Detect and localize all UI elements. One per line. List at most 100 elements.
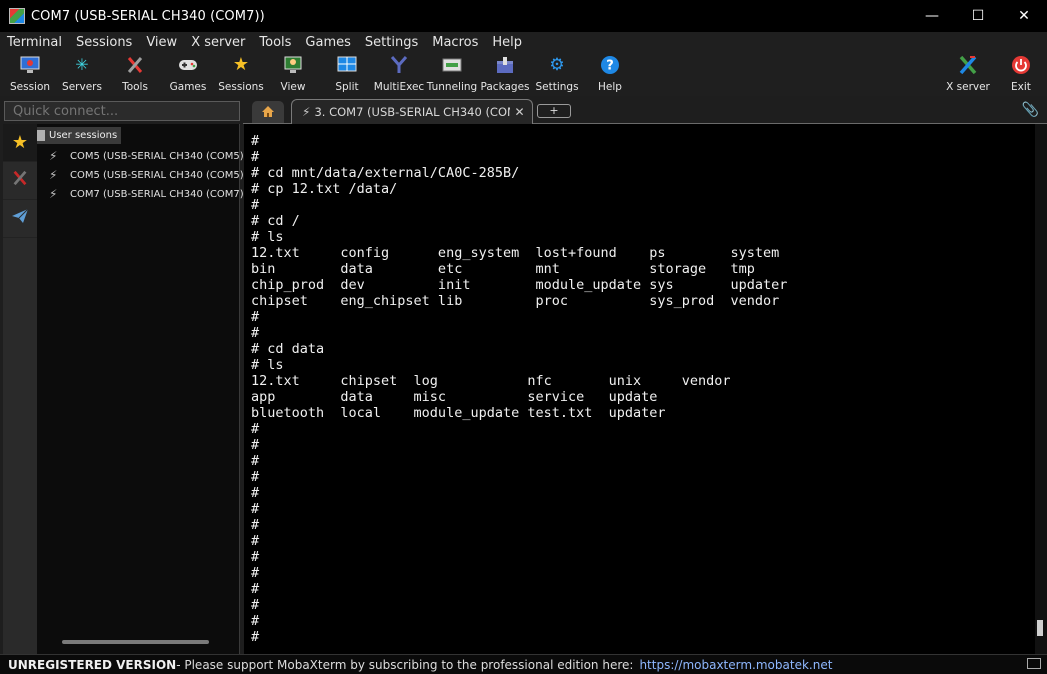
terminal-line: # ls (251, 229, 284, 245)
view-button[interactable]: View (276, 52, 310, 96)
title-bar: COM7 (USB-SERIAL CH340 (COM7)) — ☐ ✕ (0, 0, 1047, 32)
tools-icon (125, 55, 145, 75)
view-icon (283, 55, 303, 75)
menu-games[interactable]: Games (305, 35, 350, 50)
serial-plug-icon: ⚡ (49, 149, 58, 163)
serial-plug-icon: ⚡ (302, 105, 311, 119)
paper-plane-icon (11, 208, 29, 229)
home-tab[interactable] (252, 101, 284, 123)
terminal-line: # (251, 565, 260, 581)
tab-com7[interactable]: ⚡ 3. COM7 (USB-SERIAL CH340 (COM7)) ✕ (291, 99, 533, 124)
sidebar-tab-tools[interactable] (3, 162, 37, 200)
terminal-output[interactable]: # # # cd mnt/data/external/CA0C-285B/# cp … (244, 124, 1035, 654)
x-server-button[interactable]: X server (946, 52, 990, 96)
split-icon (337, 55, 357, 75)
menu-view[interactable]: View (146, 35, 177, 50)
multiexec-icon (389, 55, 409, 75)
terminal-line: # (251, 149, 260, 165)
settings-button[interactable]: ⚙ Settings (535, 52, 578, 96)
terminal-line: app data misc service update (251, 389, 658, 405)
terminal-line: # cd mnt/data/external/CA0C-285B/ (251, 165, 520, 181)
x-server-icon (958, 55, 978, 75)
app-icon (9, 8, 25, 24)
menu-bar: Terminal Sessions View X server Tools Ga… (0, 32, 1047, 52)
gear-icon: ⚙ (549, 55, 565, 75)
menu-terminal[interactable]: Terminal (7, 35, 62, 50)
terminal-line: # (251, 501, 260, 517)
home-icon (261, 103, 275, 122)
terminal-line: # cd / (251, 213, 300, 229)
terminal-line: # (251, 597, 260, 613)
help-icon: ? (600, 55, 620, 75)
tab-close-icon[interactable]: ✕ (514, 105, 524, 119)
tab-label: 3. COM7 (USB-SERIAL CH340 (COM7)) (314, 105, 510, 119)
terminal-line: # (251, 613, 260, 629)
session-button[interactable]: Session (9, 52, 51, 96)
terminal-line: # (251, 421, 260, 437)
user-sessions-folder[interactable]: User sessions (37, 127, 122, 144)
multiexec-button[interactable]: MultiExec (374, 52, 424, 96)
paperclip-icon[interactable]: 📎 (1022, 102, 1039, 118)
window-controls: — ☐ ✕ (909, 0, 1047, 32)
star-icon: ★ (232, 54, 250, 75)
sidebar-tab-macros[interactable] (3, 200, 37, 238)
session-item[interactable]: ⚡ COM7 (USB-SERIAL CH340 (COM7)) (49, 185, 248, 203)
horizontal-scrollbar[interactable] (62, 640, 209, 644)
menu-sessions[interactable]: Sessions (76, 35, 132, 50)
terminal-line: 12.txt config eng_system lost+found ps s… (251, 245, 780, 261)
sidebar-tab-sessions[interactable]: ★ (3, 124, 37, 162)
terminal-line: # cd data (251, 341, 325, 357)
terminal-line: # (251, 437, 260, 453)
games-button[interactable]: Games (169, 52, 207, 96)
menu-x-server[interactable]: X server (191, 35, 245, 50)
terminal-line: # (251, 549, 260, 565)
help-button[interactable]: ? Help (597, 52, 623, 96)
terminal-line: # (251, 325, 260, 341)
terminal-line: # (251, 629, 260, 645)
quick-connect-input[interactable] (4, 101, 240, 121)
terminal-line: 12.txt chipset log nfc unix vendor (251, 373, 731, 389)
packages-icon (495, 55, 515, 75)
tunneling-icon (442, 55, 462, 75)
menu-settings[interactable]: Settings (365, 35, 418, 50)
terminal-line: # (251, 197, 260, 213)
close-button[interactable]: ✕ (1001, 0, 1047, 32)
terminal-line: # (251, 581, 260, 597)
folder-icon (37, 130, 45, 141)
tunneling-button[interactable]: Tunneling (427, 52, 477, 96)
servers-button[interactable]: ✳ Servers (62, 52, 102, 96)
mobaxterm-link[interactable]: https://mobaxterm.mobatek.net (639, 658, 832, 672)
scrollbar-thumb[interactable] (1037, 620, 1043, 636)
terminal-line: # (251, 133, 260, 149)
terminal-line: # cp 12.txt /data/ (251, 181, 398, 197)
session-item[interactable]: ⚡ COM5 (USB-SERIAL CH340 (COM5)) (49, 166, 248, 184)
terminal-line: bin data etc mnt storage tmp (251, 261, 755, 277)
sessions-button[interactable]: ★ Sessions (218, 52, 264, 96)
new-tab-button[interactable]: + (537, 104, 571, 118)
unregistered-label: UNREGISTERED VERSION (8, 657, 177, 672)
maximize-button[interactable]: ☐ (955, 0, 1001, 32)
vertical-scrollbar[interactable] (1035, 124, 1047, 654)
terminal-line: chipset eng_chipset lib proc sys_prod ve… (251, 293, 780, 309)
terminal-line: # ls (251, 357, 284, 373)
exit-button[interactable]: Exit (1008, 52, 1034, 96)
session-item[interactable]: ⚡ COM5 (USB-SERIAL CH340 (COM5)) (49, 147, 248, 165)
menu-help[interactable]: Help (492, 35, 522, 50)
split-button[interactable]: Split (331, 52, 363, 96)
svg-text:?: ? (606, 59, 614, 74)
servers-icon: ✳ (75, 55, 89, 74)
terminal-line: # (251, 533, 260, 549)
terminal-line: # (251, 485, 260, 501)
terminal-line: # (251, 517, 260, 533)
tools-button[interactable]: Tools (117, 52, 153, 96)
menu-tools[interactable]: Tools (259, 35, 291, 50)
menu-macros[interactable]: Macros (432, 35, 478, 50)
toolbar: Session ✳ Servers Tools Games ★ Sessions… (0, 52, 1047, 96)
serial-plug-icon: ⚡ (49, 168, 58, 182)
terminal-line: # (251, 469, 260, 485)
sessions-tree: User sessions ⚡ COM5 (USB-SERIAL CH340 (… (37, 124, 248, 654)
packages-button[interactable]: Packages (481, 52, 530, 96)
minimize-button[interactable]: — (909, 0, 955, 32)
terminal-line: # (251, 309, 260, 325)
monitor-icon[interactable] (1027, 658, 1041, 669)
